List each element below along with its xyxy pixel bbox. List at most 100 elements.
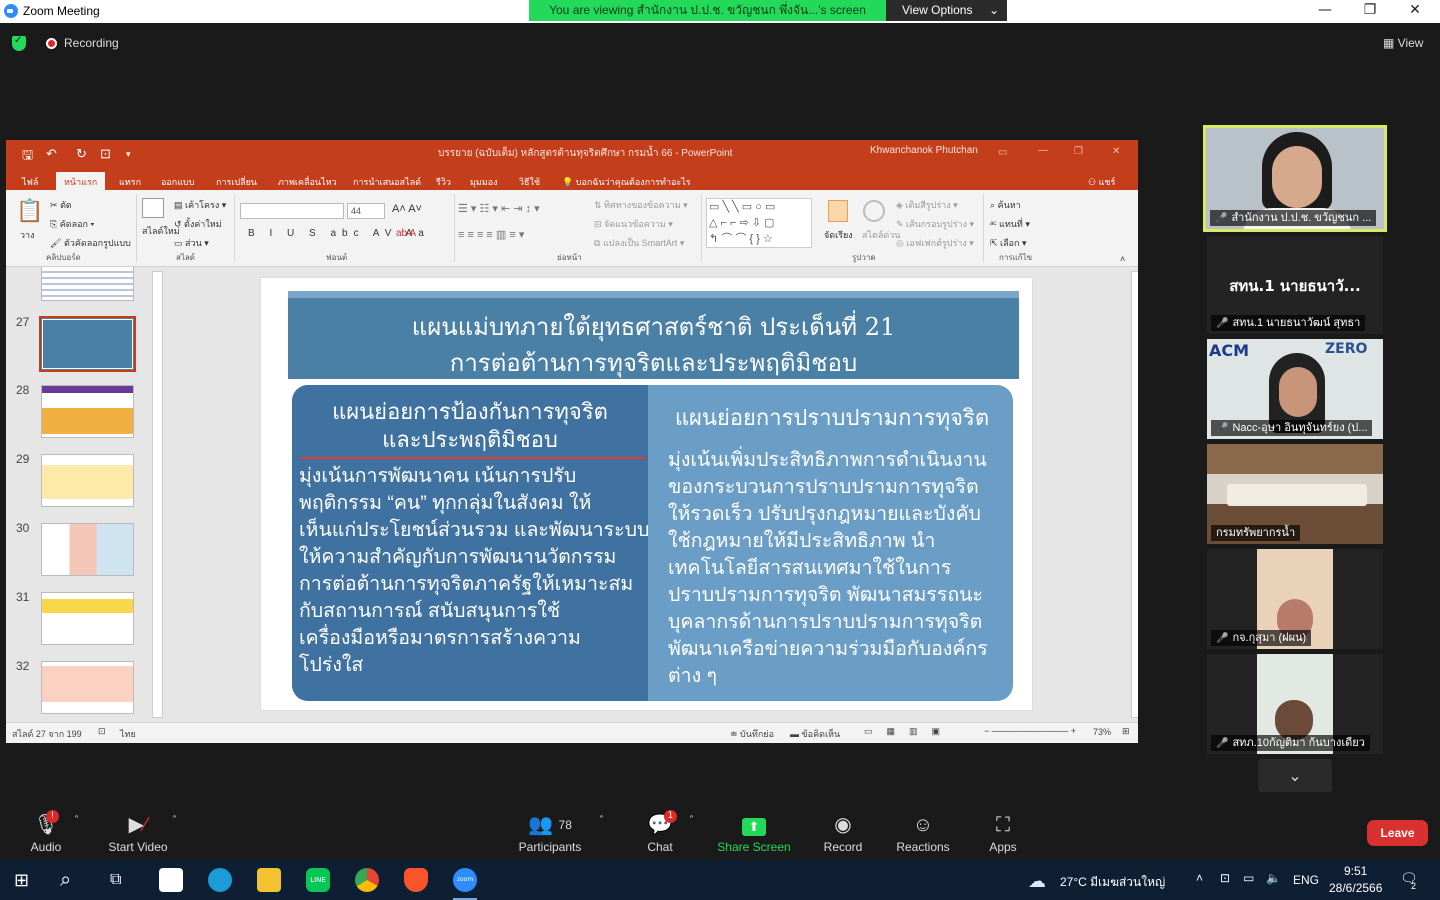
- tray-chevron-icon[interactable]: ˄: [1196, 871, 1203, 885]
- save-icon[interactable]: 🖫: [22, 146, 33, 168]
- audio-options-caret-icon[interactable]: ˄: [74, 815, 79, 826]
- minimize-icon[interactable]: —: [1310, 2, 1340, 18]
- tab-transitions[interactable]: การเปลี่ยน: [216, 175, 257, 189]
- slide-thumbnail-28[interactable]: [41, 385, 134, 438]
- comments-button[interactable]: ▬ ข้อคิดเห็น: [790, 727, 840, 741]
- font-name-input[interactable]: [240, 203, 344, 219]
- active-speaker-video[interactable]: 🎤 สำนักงาน ป.ป.ช. ขวัญชนก ...: [1203, 125, 1387, 232]
- smartart-button[interactable]: ⧉ แปลงเป็น SmartArt ▾: [594, 236, 684, 250]
- participant-tile-2[interactable]: ACM ZERO 🎤 Nacc-อุษา อินทุจันทร์ยง (ป...: [1207, 339, 1383, 439]
- ppt-restore-icon[interactable]: ❐: [1074, 146, 1083, 157]
- customize-qat-icon[interactable]: ▾: [126, 149, 131, 160]
- language-label[interactable]: ไทย: [120, 727, 136, 741]
- task-view-icon[interactable]: ⧉: [110, 869, 121, 889]
- ppt-minimize-icon[interactable]: —: [1038, 145, 1048, 156]
- share-screen-button[interactable]: ⬆ Share Screen: [716, 812, 792, 854]
- tab-design[interactable]: ออกแบบ: [161, 175, 195, 189]
- cut-button[interactable]: ✂ ตัด: [50, 198, 72, 212]
- tab-file[interactable]: ไฟล์: [22, 175, 38, 189]
- select-button[interactable]: ⇱ เลือก ▾: [990, 236, 1027, 250]
- slide-thumbnail-27[interactable]: [39, 316, 136, 372]
- apps-button[interactable]: ⛶ Apps: [985, 812, 1021, 854]
- slide-thumbnail-26[interactable]: [41, 267, 134, 301]
- tab-animations[interactable]: ภาพเคลื่อนไหว: [278, 175, 337, 189]
- align-buttons[interactable]: ≡ ≡ ≡ ≡ ▥ ≡ ▾: [458, 228, 524, 241]
- zoom-taskbar-icon[interactable]: zoom: [453, 868, 477, 892]
- share-ppt-button[interactable]: ⚇ แชร์: [1088, 175, 1115, 189]
- shape-effects-button[interactable]: ◎ เอฟเฟกต์รูปร่าง ▾: [896, 236, 974, 250]
- fit-slide-icon[interactable]: ⊞: [1122, 726, 1130, 737]
- new-slide-icon[interactable]: [142, 198, 164, 218]
- leave-button[interactable]: Leave: [1367, 820, 1428, 846]
- slide-thumbnail-29[interactable]: [41, 454, 134, 507]
- text-direction-button[interactable]: ⇅ ทิศทางของข้อความ ▾: [594, 198, 688, 212]
- section-button[interactable]: ▭ ส่วน ▾: [174, 236, 209, 250]
- participants-caret-icon[interactable]: ˄: [599, 815, 604, 826]
- ribbon-display-icon[interactable]: ▭: [998, 147, 1007, 158]
- clock-time[interactable]: 9:51: [1344, 864, 1367, 878]
- participant-tile-1[interactable]: สทน.1 นายธนาวั... 🎤 สทน.1 นายธนาวัฒน์ สุท…: [1207, 236, 1383, 334]
- shapes-gallery[interactable]: ▭ ╲ ╲ ▭ ○ ▭ △ ⌐ ⌐ ⇨ ⇩ ▢ ↰ ⌒ ⌒ { } ☆: [706, 198, 812, 248]
- shape-fill-button[interactable]: ◈ เติมสีรูปร่าง ▾: [896, 198, 958, 212]
- align-text-button[interactable]: ⊟ จัดแนวข้อความ ▾: [594, 217, 673, 231]
- view-options-button[interactable]: View Options ⌄: [886, 0, 1007, 21]
- current-slide[interactable]: แผนแม่บทภายใต้ยุทธศาสตร์ชาติ ประเด็นที่ …: [260, 277, 1033, 711]
- replace-button[interactable]: ᵃᶜ แทนที่ ▾: [990, 217, 1030, 231]
- video-options-caret-icon[interactable]: ˄: [172, 815, 177, 826]
- zoom-slider[interactable]: − ──────────── +: [984, 726, 1076, 736]
- redo-icon[interactable]: ↻: [76, 146, 87, 162]
- weather-text[interactable]: 27°C มีเมฆส่วนใหญ่: [1060, 873, 1165, 892]
- tab-view[interactable]: มุมมอง: [470, 175, 498, 189]
- quick-styles-button[interactable]: สไตล์ด่วน: [862, 228, 900, 242]
- font-grow-icon[interactable]: A˄ A˅: [392, 203, 422, 215]
- start-video-button[interactable]: ▶⁄ Start Video: [106, 812, 170, 854]
- present-icon[interactable]: ⊡: [100, 146, 111, 162]
- slide-thumbnail-32[interactable]: [41, 661, 134, 714]
- tab-insert[interactable]: แทรก: [119, 175, 141, 189]
- notes-button[interactable]: ≐ บันทึกย่อ: [730, 727, 774, 741]
- windows-start-icon[interactable]: ⊞: [14, 870, 29, 891]
- clock-date[interactable]: 28/6/2566: [1329, 881, 1382, 895]
- slide-thumbnail-30[interactable]: [41, 523, 134, 576]
- layout-button[interactable]: ▤ เค้าโครง ▾: [174, 198, 226, 212]
- tab-help[interactable]: วิธีใช้: [519, 175, 540, 189]
- format-painter-button[interactable]: 🖌 ตัวคัดลอกรูปแบบ: [50, 236, 131, 250]
- tell-me-search[interactable]: 💡 บอกฉันว่าคุณต้องการทำอะไร: [562, 175, 691, 189]
- list-buttons[interactable]: ☰ ▾ ☷ ▾ ⇤ ⇥ ↕ ▾: [458, 202, 540, 215]
- edge-icon[interactable]: [208, 868, 232, 892]
- paste-icon[interactable]: 📋: [16, 198, 43, 224]
- arrange-button[interactable]: จัดเรียง: [824, 228, 853, 242]
- paste-button[interactable]: วาง: [20, 228, 35, 242]
- network-icon[interactable]: ▭: [1243, 871, 1254, 885]
- copy-button[interactable]: ⎘ คัดลอก ▾: [50, 217, 94, 231]
- security-shield-icon[interactable]: [12, 35, 26, 51]
- maximize-icon[interactable]: ❐: [1355, 2, 1385, 18]
- collapse-ribbon-icon[interactable]: ˄: [1120, 254, 1125, 264]
- participant-tile-3[interactable]: กรมทรัพยากรน้ำ: [1207, 444, 1383, 544]
- spellcheck-icon[interactable]: ⊡: [98, 726, 106, 737]
- view-mode-buttons[interactable]: ▭▦▥▣: [864, 726, 954, 737]
- brave-icon[interactable]: [404, 868, 428, 892]
- chrome-icon[interactable]: [355, 868, 379, 892]
- quick-styles-icon[interactable]: [863, 200, 885, 222]
- find-button[interactable]: ⌕ ค้นหา: [990, 198, 1021, 212]
- search-icon[interactable]: ⌕: [60, 867, 71, 891]
- slide-scrollbar[interactable]: [1131, 271, 1138, 718]
- zoom-level[interactable]: 73%: [1093, 727, 1111, 737]
- arrange-icon[interactable]: [828, 200, 848, 222]
- close-icon[interactable]: ✕: [1400, 2, 1430, 18]
- file-explorer-icon[interactable]: [257, 868, 281, 892]
- input-language[interactable]: ENG: [1293, 873, 1319, 887]
- thumbnail-scrollbar[interactable]: [152, 271, 163, 718]
- reactions-button[interactable]: ☺ Reactions: [893, 812, 953, 854]
- record-button[interactable]: ◉ Record: [820, 812, 866, 854]
- chat-caret-icon[interactable]: ˄: [689, 815, 694, 826]
- participants-button[interactable]: 👥 78 Participants: [516, 812, 584, 854]
- line-app-icon[interactable]: LINE: [306, 868, 330, 892]
- font-color-icon[interactable]: ab A: [396, 228, 416, 239]
- ppt-user-name[interactable]: Khwanchanok Phutchan: [870, 145, 978, 156]
- participant-tile-4[interactable]: 🎤 กจ.กุสุมา (ฝผน): [1207, 549, 1383, 649]
- view-button[interactable]: ▦ View: [1383, 36, 1423, 50]
- shape-outline-button[interactable]: ✎ เส้นกรอบรูปร่าง ▾: [896, 217, 974, 231]
- tab-review[interactable]: รีวิว: [436, 175, 451, 189]
